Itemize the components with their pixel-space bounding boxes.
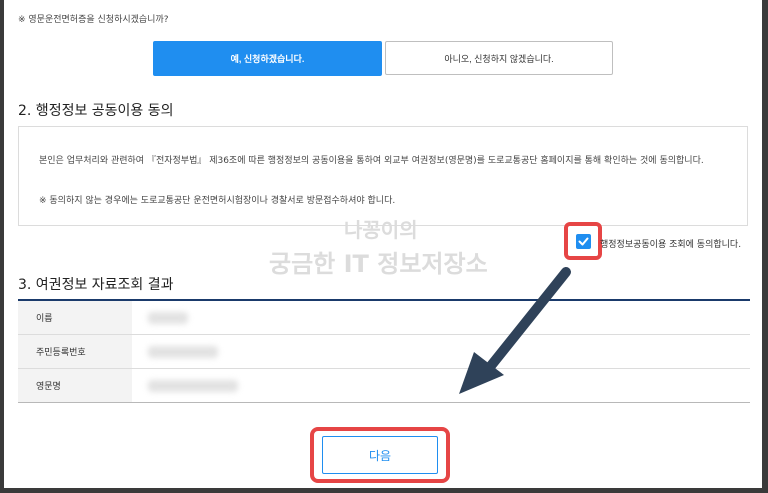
- page-frame: ※ 영문운전면허증을 신청하시겠습니까? 예, 신청하겠습니다. 아니오, 신청…: [4, 0, 762, 488]
- arrow-down-left-icon: [459, 267, 571, 394]
